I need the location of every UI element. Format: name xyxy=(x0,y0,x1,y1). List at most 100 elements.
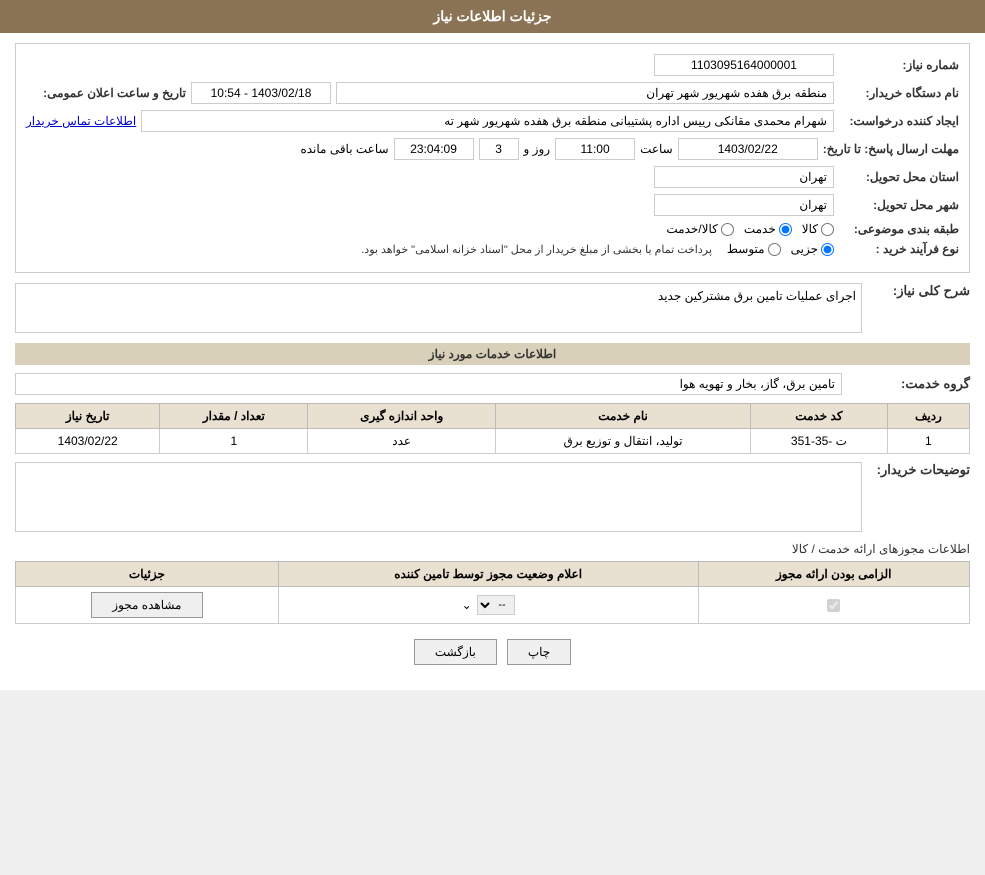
buyer-description-value xyxy=(15,462,862,532)
buyer-description-section: توضیحات خریدار: xyxy=(15,462,970,532)
buyer-org-value: منطقه برق هفده شهریور شهر تهران xyxy=(336,82,834,104)
permits-status-select[interactable]: -- xyxy=(477,595,515,615)
col-quantity: تعداد / مقدار xyxy=(160,404,308,429)
need-description-value: اجرای عملیات تامین برق مشترکین جدید xyxy=(15,283,862,333)
permits-col-details: جزئیات xyxy=(16,562,279,587)
creator-link[interactable]: اطلاعات تماس خریدار xyxy=(26,114,136,128)
purchase-medium-label: متوسط xyxy=(727,242,765,256)
col-date: تاریخ نیاز xyxy=(16,404,160,429)
deadline-time: 11:00 xyxy=(555,138,635,160)
purchase-type-label: نوع فرآیند خرید : xyxy=(839,242,959,256)
creator-row: ایجاد کننده درخواست: شهرام محمدی مقانکی … xyxy=(26,110,959,132)
deadline-time-label: ساعت xyxy=(640,142,673,156)
main-info-section: شماره نیاز: 1103095164000001 نام دستگاه … xyxy=(15,43,970,273)
announce-datetime-label: تاریخ و ساعت اعلان عمومی: xyxy=(26,86,186,100)
category-label: طبقه بندی موضوعی: xyxy=(839,222,959,236)
need-description-label: شرح کلی نیاز: xyxy=(870,283,970,299)
permits-row-1: -- ⌄ مشاهده مجوز xyxy=(16,587,970,624)
purchase-partial-radio[interactable] xyxy=(821,243,834,256)
deadline-seconds: 23:04:09 xyxy=(394,138,474,160)
city-value: تهران xyxy=(654,194,834,216)
col-code: کد خدمت xyxy=(751,404,888,429)
deadline-day-label: روز و xyxy=(524,142,551,156)
category-row: طبقه بندی موضوعی: کالا خدمت کالا/خدمت xyxy=(26,222,959,236)
need-number-value: 1103095164000001 xyxy=(654,54,834,76)
city-row: شهر محل تحویل: تهران xyxy=(26,194,959,216)
category-goods-label: کالا xyxy=(802,222,818,236)
permits-col-required: الزامی بودن ارائه مجوز xyxy=(698,562,970,587)
need-number-label: شماره نیاز: xyxy=(839,58,959,72)
page-title: جزئیات اطلاعات نیاز xyxy=(433,8,551,24)
permits-table: الزامی بودن ارائه مجوز اعلام وضعیت مجوز … xyxy=(15,561,970,624)
service-cell-code: ت -35-351 xyxy=(751,429,888,454)
category-goods-radio[interactable] xyxy=(821,223,834,236)
purchase-medium-radio[interactable] xyxy=(768,243,781,256)
province-row: استان محل تحویل: تهران xyxy=(26,166,959,188)
bottom-buttons: چاپ بازگشت xyxy=(15,639,970,665)
province-value: تهران xyxy=(654,166,834,188)
services-table: ردیف کد خدمت نام خدمت واحد اندازه گیری ت… xyxy=(15,403,970,454)
deadline-label: مهلت ارسال پاسخ: تا تاریخ: xyxy=(823,142,959,156)
province-label: استان محل تحویل: xyxy=(839,170,959,184)
permits-dropdown-icon: ⌄ xyxy=(462,598,472,612)
services-table-header-row: ردیف کد خدمت نام خدمت واحد اندازه گیری ت… xyxy=(16,404,970,429)
permits-title: اطلاعات مجوزهای ارائه خدمت / کالا xyxy=(792,542,970,556)
category-service-radio[interactable] xyxy=(779,223,792,236)
service-cell-name: تولید، انتقال و توزیع برق xyxy=(496,429,751,454)
purchase-medium: متوسط xyxy=(727,242,781,256)
category-option-both: کالا/خدمت xyxy=(666,222,733,236)
permits-detail-cell: مشاهده مجوز xyxy=(16,587,279,624)
buyer-description-label: توضیحات خریدار: xyxy=(870,462,970,478)
purchase-type-radio-group: جزیی متوسط xyxy=(727,242,834,256)
need-number-row: شماره نیاز: 1103095164000001 xyxy=(26,54,959,76)
services-table-body: 1ت -35-351تولید، انتقال و توزیع برقعدد11… xyxy=(16,429,970,454)
deadline-row: مهلت ارسال پاسخ: تا تاریخ: 1403/02/22 سا… xyxy=(26,138,959,160)
category-option-goods: کالا xyxy=(802,222,834,236)
purchase-type-row: نوع فرآیند خرید : جزیی متوسط پرداخت تمام… xyxy=(26,242,959,256)
main-content: شماره نیاز: 1103095164000001 نام دستگاه … xyxy=(0,33,985,690)
permits-required-checkbox-wrapper xyxy=(707,599,962,612)
creator-label: ایجاد کننده درخواست: xyxy=(839,114,959,128)
deadline-days: 3 xyxy=(479,138,519,160)
service-cell-unit: عدد xyxy=(308,429,496,454)
permits-table-head: الزامی بودن ارائه مجوز اعلام وضعیت مجوز … xyxy=(16,562,970,587)
buyer-org-row: نام دستگاه خریدار: منطقه برق هفده شهریور… xyxy=(26,82,959,104)
service-cell-quantity: 1 xyxy=(160,429,308,454)
service-cell-date: 1403/02/22 xyxy=(16,429,160,454)
purchase-partial: جزیی xyxy=(791,242,834,256)
permits-link-area: اطلاعات مجوزهای ارائه خدمت / کالا xyxy=(15,542,970,556)
category-both-radio[interactable] xyxy=(721,223,734,236)
buyer-org-label: نام دستگاه خریدار: xyxy=(839,86,959,100)
permits-status-wrapper: -- ⌄ xyxy=(287,595,690,615)
deadline-remaining-label: ساعت باقی مانده xyxy=(300,142,388,156)
back-button[interactable]: بازگشت xyxy=(414,639,497,665)
service-row: 1ت -35-351تولید، انتقال و توزیع برقعدد11… xyxy=(16,429,970,454)
service-group-row: گروه خدمت: تامین برق، گاز، بخار و تهویه … xyxy=(15,373,970,395)
permits-required-checkbox xyxy=(827,599,840,612)
permits-table-body: -- ⌄ مشاهده مجوز xyxy=(16,587,970,624)
print-button[interactable]: چاپ xyxy=(507,639,571,665)
service-group-label: گروه خدمت: xyxy=(850,376,970,392)
category-service-label: خدمت xyxy=(744,222,776,236)
purchase-partial-label: جزیی xyxy=(791,242,818,256)
permits-col-status: اعلام وضعیت مجوز توسط تامین کننده xyxy=(278,562,698,587)
creator-value: شهرام محمدی مقانکی رییس اداره پشتیبانی م… xyxy=(141,110,834,132)
page-header: جزئیات اطلاعات نیاز xyxy=(0,0,985,33)
category-both-label: کالا/خدمت xyxy=(666,222,717,236)
permits-required-cell xyxy=(698,587,970,624)
col-unit: واحد اندازه گیری xyxy=(308,404,496,429)
permits-header-row: الزامی بودن ارائه مجوز اعلام وضعیت مجوز … xyxy=(16,562,970,587)
col-row: ردیف xyxy=(887,404,969,429)
purchase-type-note: پرداخت تمام یا بخشی از مبلغ خریدار از مح… xyxy=(361,243,712,256)
category-radio-group: کالا خدمت کالا/خدمت xyxy=(666,222,834,236)
city-label: شهر محل تحویل: xyxy=(839,198,959,212)
need-description-section: شرح کلی نیاز: اجرای عملیات تامین برق مشت… xyxy=(15,283,970,333)
service-cell-row: 1 xyxy=(887,429,969,454)
category-option-service: خدمت xyxy=(744,222,792,236)
page-wrapper: جزئیات اطلاعات نیاز شماره نیاز: 11030951… xyxy=(0,0,985,690)
announce-datetime-value: 1403/02/18 - 10:54 xyxy=(191,82,331,104)
services-table-head: ردیف کد خدمت نام خدمت واحد اندازه گیری ت… xyxy=(16,404,970,429)
view-permit-button[interactable]: مشاهده مجوز xyxy=(91,592,202,618)
permits-status-cell: -- ⌄ xyxy=(278,587,698,624)
service-group-value: تامین برق، گاز، بخار و تهویه هوا xyxy=(15,373,842,395)
